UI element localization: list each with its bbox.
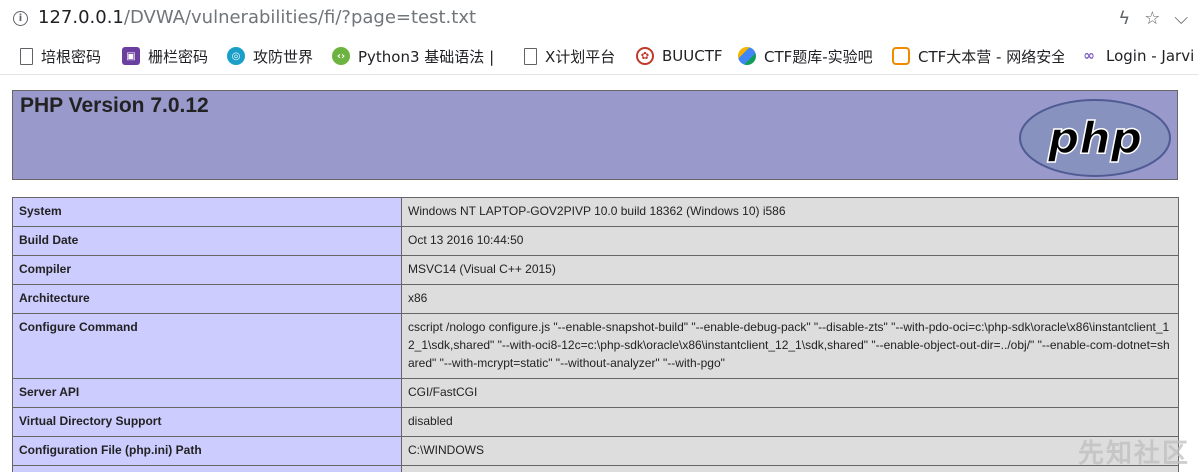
bookmarks-bar: 培根密码 ▣ 栅栏密码 ◎ 攻防世界 ‹› Python3 基础语法 | 菜 X…: [0, 38, 1198, 75]
info-key: [12, 465, 402, 472]
table-row: Compiler MSVC14 (Visual C++ 2015): [12, 255, 1179, 285]
bookmark-label: X计划平台: [545, 47, 616, 66]
bookmark-label: 攻防世界: [253, 47, 314, 66]
table-row: Build Date Oct 13 2016 10:44:50: [12, 226, 1179, 256]
lightning-icon[interactable]: ϟ: [1118, 8, 1130, 30]
bookmark-item[interactable]: ‹› Python3 基础语法 | 菜: [332, 38, 498, 74]
bookmark-item[interactable]: CTF大本营 - 网络安全: [892, 38, 1064, 74]
chain-icon: ∞: [1080, 47, 1098, 65]
page-content: PHP Version 7.0.12 php System Windows NT…: [0, 75, 1198, 472]
page-icon: [20, 47, 33, 65]
teal-globe-icon: ◎: [227, 47, 245, 65]
red-seal-icon: ✿: [636, 47, 654, 65]
bookmark-label: 栅栏密码: [148, 47, 209, 66]
bookmark-item[interactable]: 培根密码: [20, 38, 101, 74]
php-version-header: PHP Version 7.0.12 php: [12, 90, 1178, 180]
table-row: System Windows NT LAPTOP-GOV2PIVP 10.0 b…: [12, 197, 1179, 227]
green-code-icon: ‹›: [332, 47, 350, 65]
page-icon: [524, 47, 537, 65]
info-value: cscript /nologo configure.js "--enable-s…: [401, 313, 1179, 379]
info-key: Configuration File (php.ini) Path: [12, 436, 402, 466]
info-key: Virtual Directory Support: [12, 407, 402, 437]
info-value: [401, 465, 1179, 472]
table-row: Configuration File (php.ini) Path C:\WIN…: [12, 436, 1179, 466]
info-value: CGI/FastCGI: [401, 378, 1179, 408]
bookmark-item[interactable]: CTF题库-实验吧: [738, 38, 873, 74]
php-logo-icon[interactable]: php: [1019, 99, 1171, 177]
info-value: Windows NT LAPTOP-GOV2PIVP 10.0 build 18…: [401, 197, 1179, 227]
php-logo-text: php: [1047, 113, 1142, 164]
info-value: MSVC14 (Visual C++ 2015): [401, 255, 1179, 285]
chevron-down-icon[interactable]: ⌵: [1174, 8, 1188, 30]
bookmark-label: 培根密码: [41, 47, 102, 66]
table-row: [12, 465, 1179, 472]
table-row: Architecture x86: [12, 284, 1179, 314]
info-key: Server API: [12, 378, 402, 408]
address-bar-actions: ϟ ☆ ⌵: [1118, 8, 1188, 30]
bookmark-label: BUUCTF: [662, 47, 723, 65]
purple-app-icon: ▣: [122, 47, 140, 65]
site-info-icon[interactable]: i: [13, 11, 28, 26]
table-row: Virtual Directory Support disabled: [12, 407, 1179, 437]
info-key: System: [12, 197, 402, 227]
bookmark-label: CTF大本营 - 网络安全: [918, 47, 1064, 66]
info-value: C:\WINDOWS: [401, 436, 1179, 466]
star-icon[interactable]: ☆: [1144, 8, 1160, 30]
bookmark-label: Python3 基础语法 | 菜: [358, 47, 498, 66]
url-text[interactable]: 127.0.0.1/DVWA/vulnerabilities/fi/?page=…: [38, 7, 476, 29]
table-row: Server API CGI/FastCGI: [12, 378, 1179, 408]
page-title: PHP Version 7.0.12: [20, 94, 209, 117]
bookmark-label: Login - Jarvi: [1106, 47, 1195, 65]
orange-hex-icon: [892, 47, 910, 65]
bookmark-item[interactable]: X计划平台: [524, 38, 615, 74]
info-value: Oct 13 2016 10:44:50: [401, 226, 1179, 256]
address-bar[interactable]: i 127.0.0.1/DVWA/vulnerabilities/fi/?pag…: [0, 0, 1198, 38]
info-value: x86: [401, 284, 1179, 314]
url-host: 127.0.0.1: [38, 7, 124, 28]
info-value: disabled: [401, 407, 1179, 437]
bookmark-item[interactable]: ▣ 栅栏密码: [122, 38, 208, 74]
bookmark-item[interactable]: ◎ 攻防世界: [227, 38, 313, 74]
php-info-table: System Windows NT LAPTOP-GOV2PIVP 10.0 b…: [12, 197, 1179, 472]
watermark-text: 先知社区: [1077, 439, 1190, 469]
bookmark-label: CTF题库-实验吧: [764, 47, 873, 66]
info-key: Architecture: [12, 284, 402, 314]
multicolor-icon: [738, 47, 756, 65]
info-key: Build Date: [12, 226, 402, 256]
bookmark-item[interactable]: ∞ Login - Jarvi: [1080, 38, 1194, 74]
info-key: Configure Command: [12, 313, 402, 379]
table-row: Configure Command cscript /nologo config…: [12, 313, 1179, 379]
info-key: Compiler: [12, 255, 402, 285]
bookmark-item[interactable]: ✿ BUUCTF: [636, 38, 723, 74]
url-path: /DVWA/vulnerabilities/fi/?page=test.txt: [123, 7, 477, 28]
